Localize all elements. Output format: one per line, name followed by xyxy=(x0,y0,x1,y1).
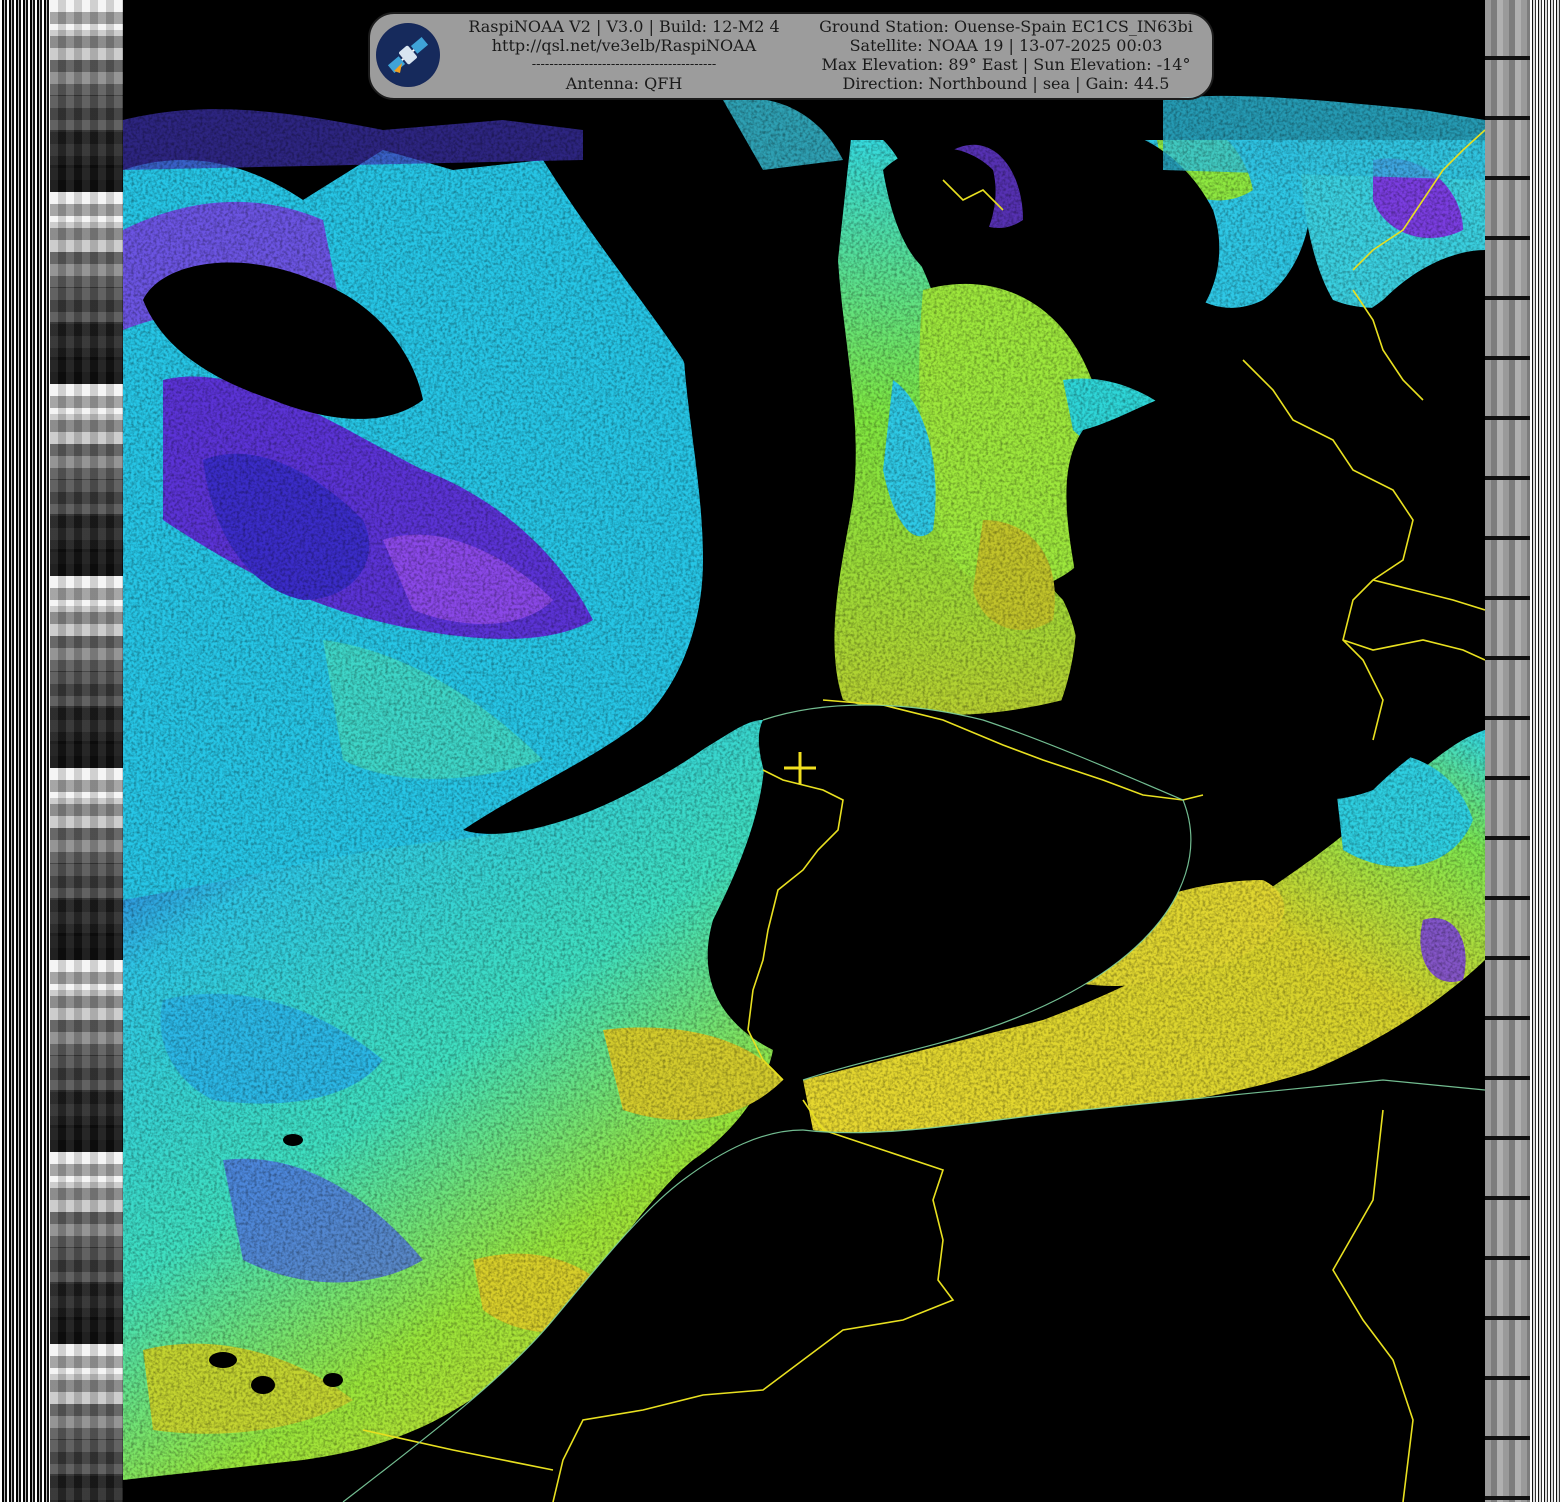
banner-left-column: RaspiNOAA V2 | V3.0 | Build: 12-M2 4 htt… xyxy=(450,17,798,93)
banner-divider: ----------------------------------------… xyxy=(531,57,717,72)
telemetry-strip-right xyxy=(1485,0,1530,1502)
pass-info-banner: RaspiNOAA V2 | V3.0 | Build: 12-M2 4 htt… xyxy=(368,12,1214,100)
ground-station-info: Ground Station: Ouense-Spain EC1CS_IN63b… xyxy=(819,17,1193,36)
project-url: http://qsl.net/ve3elb/RaspiNOAA xyxy=(491,36,757,55)
telemetry-sync-strip-right xyxy=(1530,0,1560,1502)
banner-right-column: Ground Station: Ouense-Spain EC1CS_IN63b… xyxy=(802,17,1210,93)
direction-info: Direction: Northbound | sea | Gain: 44.5 xyxy=(842,74,1170,93)
elevation-info: Max Elevation: 89° East | Sun Elevation:… xyxy=(821,55,1191,74)
telemetry-grayscale-wedges-left xyxy=(50,0,123,1502)
ground-station-crosshair-icon xyxy=(784,752,816,784)
software-version: RaspiNOAA V2 | V3.0 | Build: 12-M2 4 xyxy=(468,17,780,36)
satellite-info: Satellite: NOAA 19 | 13-07-2025 00:03 xyxy=(849,36,1163,55)
raspinoaa-satellite-logo-icon xyxy=(376,23,440,87)
satellite-image xyxy=(123,0,1485,1502)
telemetry-strip-left xyxy=(0,0,50,1502)
antenna-info: Antenna: QFH xyxy=(565,74,683,93)
